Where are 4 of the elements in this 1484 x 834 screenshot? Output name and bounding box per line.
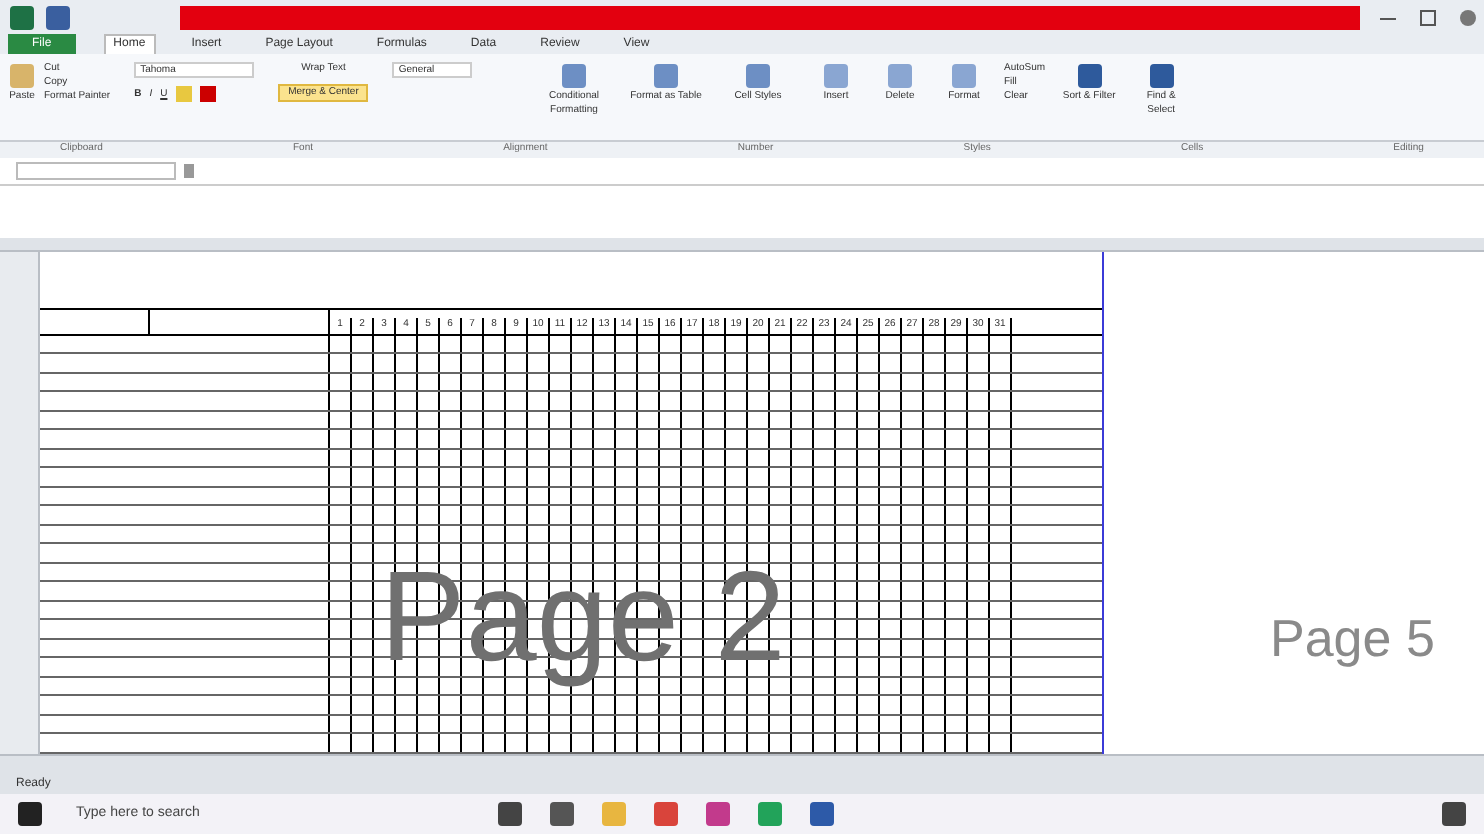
close-icon[interactable] [1460,9,1476,25]
page-label: Page 5 [1270,611,1435,663]
minimize-icon[interactable] [1380,17,1396,19]
maximize-icon[interactable] [1420,9,1436,25]
